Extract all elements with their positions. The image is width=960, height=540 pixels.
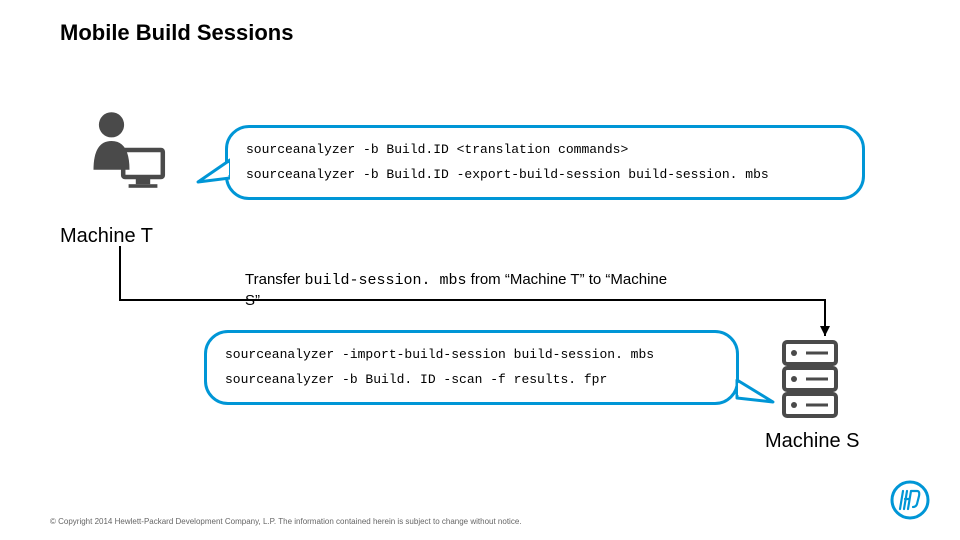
bubble2-tail (735, 378, 775, 404)
commands-bubble-s: sourceanalyzer -import-build-session bui… (204, 330, 739, 405)
command-line-3: sourceanalyzer -import-build-session bui… (225, 343, 718, 368)
command-line-1: sourceanalyzer -b Build.ID <translation … (246, 138, 844, 163)
transfer-text: Transfer build-session. mbs from “Machin… (245, 270, 675, 310)
user-computer-icon (80, 105, 170, 195)
bubble1-tail (196, 158, 230, 184)
footer-copyright: © Copyright 2014 Hewlett-Packard Develop… (50, 517, 522, 526)
machine-t-label: Machine T (60, 225, 153, 248)
command-line-2: sourceanalyzer -b Build.ID -export-build… (246, 163, 844, 188)
machine-s-label: Machine S (765, 430, 860, 453)
commands-bubble-t: sourceanalyzer -b Build.ID <translation … (225, 125, 865, 200)
server-icon (780, 340, 840, 420)
command-line-4: sourceanalyzer -b Build. ID -scan -f res… (225, 368, 718, 393)
transfer-part1: Transfer (245, 271, 304, 288)
slide-title: Mobile Build Sessions (60, 20, 293, 46)
hp-logo-icon (890, 480, 930, 520)
transfer-file: build-session. mbs (304, 272, 466, 289)
